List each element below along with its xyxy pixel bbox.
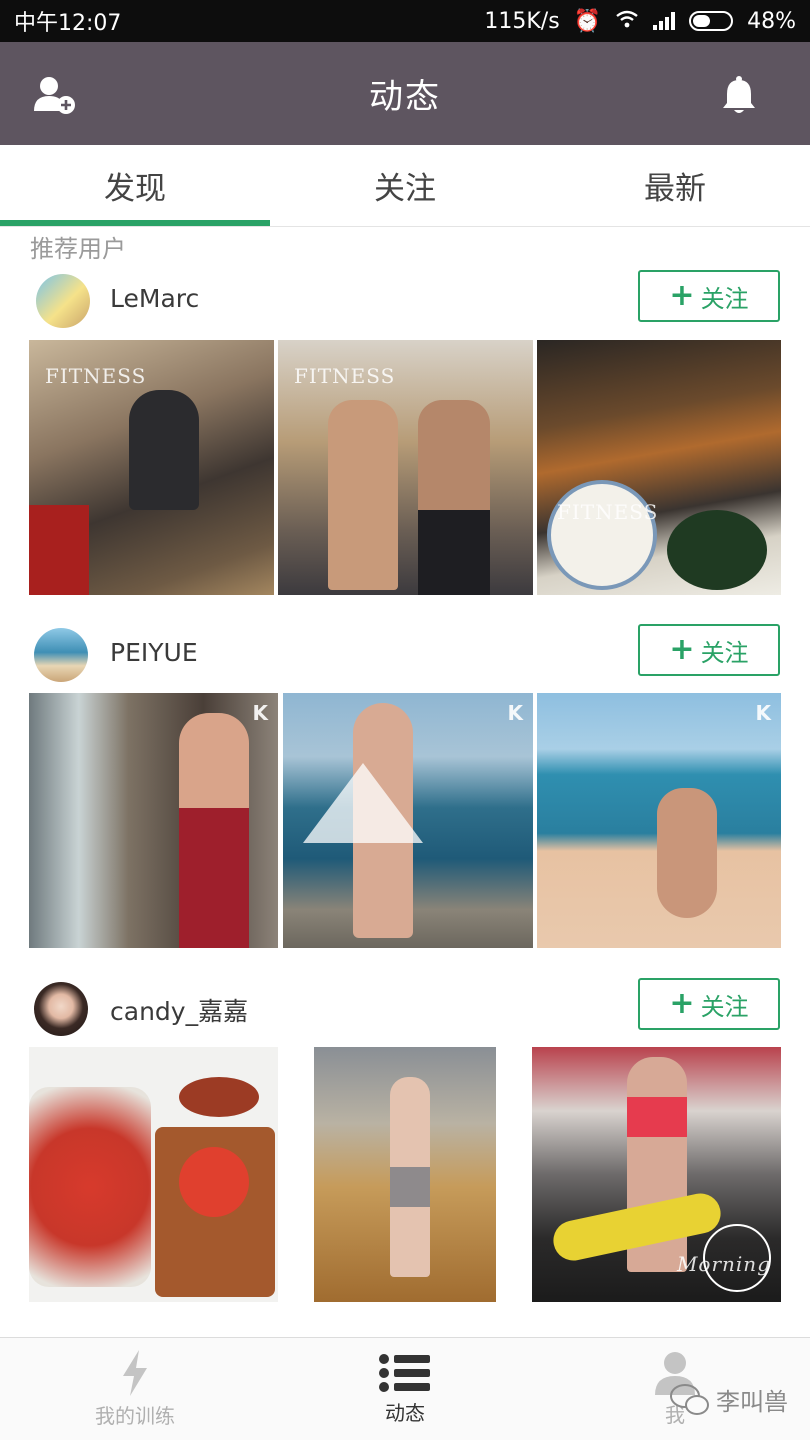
- tab-discover[interactable]: 发现: [0, 145, 270, 226]
- wechat-icon: [670, 1383, 709, 1415]
- battery-percent: 48%: [747, 8, 796, 34]
- network-speed: 115K/s: [484, 8, 560, 34]
- plus-icon: +: [669, 986, 695, 1021]
- spin-class-photo[interactable]: Morning: [532, 1047, 781, 1302]
- status-bar: 中午12:07 115K/s ⏰ 48%: [0, 0, 810, 42]
- tab-following[interactable]: 关注: [270, 145, 540, 226]
- photo-tag: FITNESS: [294, 364, 396, 388]
- page-title: 动态: [369, 77, 441, 117]
- mirror-selfie-photo[interactable]: K: [29, 693, 278, 948]
- watermark-icon: K: [507, 701, 524, 725]
- lightning-icon: [123, 1349, 147, 1396]
- avatar[interactable]: [34, 628, 88, 682]
- photo-tag: Morning: [676, 1252, 771, 1276]
- wechat-watermark: 李叫兽: [670, 1382, 788, 1417]
- tomato-breakfast-photo[interactable]: [29, 1047, 278, 1302]
- photo-tag: FITNESS: [557, 500, 659, 524]
- recommended-user-card: PEIYUE + 关注 K K K: [0, 624, 810, 964]
- follow-button[interactable]: + 关注: [638, 978, 780, 1030]
- nav-label: 我的训练: [95, 1403, 175, 1428]
- notifications-button[interactable]: [714, 70, 764, 120]
- username[interactable]: PEIYUE: [110, 638, 198, 667]
- username[interactable]: LeMarc: [110, 284, 199, 313]
- user-header: LeMarc + 关注: [0, 270, 810, 334]
- skewer-dinner-photo[interactable]: FITNESS: [537, 340, 781, 595]
- avatar[interactable]: [36, 274, 90, 328]
- signal-icon: [653, 12, 676, 30]
- wifi-icon: [615, 9, 639, 34]
- recommended-user-card: LeMarc + 关注 FITNESS FITNESS FITNESS: [0, 270, 810, 610]
- dance-studio-photo[interactable]: [314, 1047, 496, 1302]
- recommended-user-card: candy_嘉嘉 + 关注 Morning: [0, 978, 810, 1318]
- app-header: 动态: [0, 42, 810, 145]
- beach-sitting-photo[interactable]: K: [537, 693, 781, 948]
- status-time: 中午12:07: [14, 11, 122, 36]
- watermark-icon: K: [252, 701, 269, 725]
- user-header: candy_嘉嘉 + 关注: [0, 978, 810, 1042]
- avatar[interactable]: [34, 982, 88, 1036]
- user-header: PEIYUE + 关注: [0, 624, 810, 688]
- status-indicators: 115K/s ⏰ 48%: [484, 9, 796, 34]
- alarm-icon: ⏰: [573, 8, 602, 34]
- beach-fringe-photo[interactable]: K: [283, 693, 533, 948]
- battery-icon: [689, 11, 734, 31]
- tab-latest[interactable]: 最新: [540, 145, 810, 226]
- list-icon: [379, 1353, 430, 1392]
- feed-tabs: 发现 关注 最新: [0, 145, 810, 227]
- follow-button[interactable]: + 关注: [638, 624, 780, 676]
- plus-icon: +: [669, 278, 695, 313]
- follow-button[interactable]: + 关注: [638, 270, 780, 322]
- nav-my-training[interactable]: 我的训练: [0, 1338, 270, 1440]
- gym-machine-photo[interactable]: FITNESS: [29, 340, 274, 595]
- watermark-icon: K: [755, 701, 772, 725]
- plus-icon: +: [669, 632, 695, 667]
- nav-feed[interactable]: 动态: [270, 1338, 540, 1440]
- add-user-icon: [34, 77, 75, 114]
- recommended-users-heading: 推荐用户: [30, 235, 126, 263]
- photo-tag: FITNESS: [45, 364, 147, 388]
- username[interactable]: candy_嘉嘉: [110, 992, 248, 1028]
- bell-icon: [723, 76, 755, 113]
- add-friend-button[interactable]: [30, 70, 80, 120]
- nav-label: 动态: [385, 1400, 425, 1425]
- fitness-duo-photo[interactable]: FITNESS: [278, 340, 533, 595]
